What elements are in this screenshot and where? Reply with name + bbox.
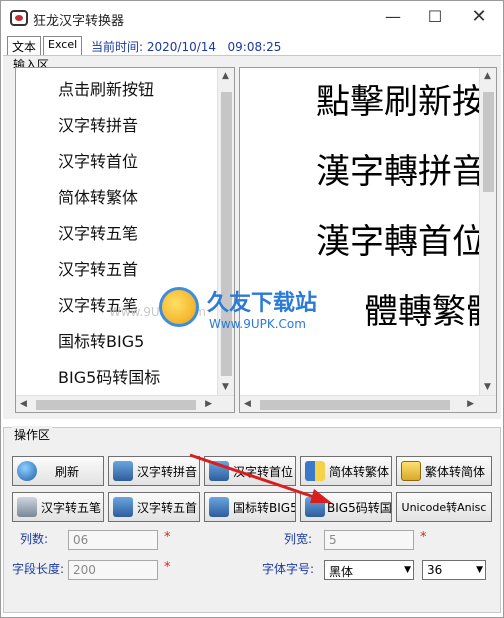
title-bar: 狂龙汉字转换器 — ☐ ✕ xyxy=(1,1,503,35)
field-length-field[interactable] xyxy=(68,560,158,580)
hanzi-to-wubi-button[interactable]: 汉字转五笔 xyxy=(12,492,104,522)
input-line: BIG5码转国标 xyxy=(58,368,161,387)
output-horizontal-scrollbar[interactable]: ◀ ▶ xyxy=(240,395,496,412)
scroll-thumb[interactable] xyxy=(483,92,494,192)
input-line: 汉字转五笔 xyxy=(58,224,139,243)
simplified-to-traditional-button[interactable]: 简体转繁体 xyxy=(300,456,392,486)
scroll-down-icon[interactable]: ▼ xyxy=(484,382,491,392)
scroll-right-icon[interactable]: ▶ xyxy=(205,399,212,409)
hanzi-to-initials-button[interactable]: 汉字转首位 xyxy=(204,456,296,486)
gb-to-big5-button[interactable]: 国标转BIG5 xyxy=(204,492,296,522)
size-select[interactable]: 36 ▼ xyxy=(422,560,486,580)
column-width-field[interactable] xyxy=(324,530,414,550)
window-title: 狂龙汉字转换器 xyxy=(33,14,125,29)
input-line: 汉字转拼音 xyxy=(58,116,139,135)
current-time: 当前时间: 2020/10/14 09:08:25 xyxy=(91,38,281,55)
refresh-button[interactable]: 刷新 xyxy=(12,456,104,486)
operations-section-label: 操作区 xyxy=(12,426,53,443)
hanzi-to-wubi-initials-button[interactable]: 汉字转五首 xyxy=(108,492,200,522)
chevron-down-icon: ▼ xyxy=(404,565,411,575)
time-clock: 09:08:25 xyxy=(227,40,282,54)
output-vertical-scrollbar[interactable]: ▲ ▼ xyxy=(479,68,496,395)
output-line: 點擊刷新按 xyxy=(316,82,486,122)
output-line: 漢字轉拼音 xyxy=(316,152,486,192)
close-icon[interactable]: ✕ xyxy=(469,7,489,27)
operations-section: 操作区 刷新 汉字转拼音 汉字转首位 简体转繁体 繁体转简体 汉字转五笔 汉字转… xyxy=(3,426,501,613)
tab-text[interactable]: 文本 xyxy=(7,36,42,55)
scroll-up-icon[interactable]: ▲ xyxy=(222,71,229,81)
input-line: 汉字转首位 xyxy=(58,152,139,171)
unicode-to-ansi-button[interactable]: Unicode转Anisc xyxy=(396,492,492,522)
input-line: 汉字转五笔 xyxy=(58,296,139,315)
app-logo-icon xyxy=(10,10,28,26)
computer-icon xyxy=(17,497,37,517)
input-textarea[interactable]: 点击刷新按钮 汉字转拼音 汉字转首位 简体转繁体 汉字转五笔 汉字转五首 汉字转… xyxy=(15,67,235,413)
scroll-up-icon[interactable]: ▲ xyxy=(484,71,491,81)
maximize-icon[interactable]: ☐ xyxy=(425,7,445,27)
big5-to-gb-button[interactable]: BIG5码转国标 xyxy=(300,492,392,522)
yellow-card-icon xyxy=(401,461,421,481)
field-length-label: 字段长度: xyxy=(12,562,65,576)
size-select-value: 36 xyxy=(427,563,443,577)
required-mark: * xyxy=(164,560,171,575)
scroll-thumb[interactable] xyxy=(260,400,450,410)
output-line: 體轉繁體 xyxy=(364,292,497,332)
traditional-to-simplified-button[interactable]: 繁体转简体 xyxy=(396,456,492,486)
scroll-left-icon[interactable]: ◀ xyxy=(20,399,27,409)
output-textarea[interactable]: 點擊刷新按 漢字轉拼音 漢字轉首位 體轉繁體 ▲ ▼ ◀ ▶ xyxy=(239,67,497,413)
time-date: 2020/10/14 xyxy=(146,40,217,54)
font-select[interactable]: 黑体 ▼ xyxy=(324,560,414,580)
required-mark: * xyxy=(420,530,427,545)
scroll-left-icon[interactable]: ◀ xyxy=(244,399,251,409)
tab-bar: 文本 Excel 当前时间: 2020/10/14 09:08:25 xyxy=(1,35,503,55)
scroll-thumb[interactable] xyxy=(221,92,232,376)
columns-label: 列数: xyxy=(20,532,49,546)
input-line: 简体转繁体 xyxy=(58,188,139,207)
input-line: 点击刷新按钮 xyxy=(58,80,155,99)
hanzi-to-pinyin-button[interactable]: 汉字转拼音 xyxy=(108,456,200,486)
pen-icon xyxy=(113,497,133,517)
blue-square-icon xyxy=(209,497,229,517)
required-mark: * xyxy=(164,530,171,545)
input-vertical-scrollbar[interactable]: ▲ ▼ xyxy=(217,68,234,395)
input-line: 国标转BIG5 xyxy=(58,332,145,351)
tab-excel[interactable]: Excel xyxy=(43,36,83,55)
scroll-down-icon[interactable]: ▼ xyxy=(222,382,229,392)
blue-square-icon xyxy=(305,497,325,517)
minimize-icon[interactable]: — xyxy=(383,7,403,27)
font-select-value: 黑体 xyxy=(329,565,354,579)
input-horizontal-scrollbar[interactable]: ◀ ▶ xyxy=(16,395,234,412)
time-label: 当前时间: xyxy=(91,40,144,54)
globe-icon xyxy=(17,461,37,481)
output-line: 漢字轉首位 xyxy=(316,222,486,262)
chevron-down-icon: ▼ xyxy=(476,565,483,575)
app-window: 狂龙汉字转换器 — ☐ ✕ 文本 Excel 当前时间: 2020/10/14 … xyxy=(0,0,504,618)
input-line: 汉字转五首 xyxy=(58,260,139,279)
column-width-label: 列宽: xyxy=(284,532,313,546)
blue-square-icon xyxy=(113,461,133,481)
blue-square-icon xyxy=(209,461,229,481)
scroll-right-icon[interactable]: ▶ xyxy=(467,399,474,409)
book-icon xyxy=(305,461,325,481)
scroll-thumb[interactable] xyxy=(36,400,196,410)
font-size-label: 字体字号: xyxy=(262,562,315,576)
columns-field[interactable] xyxy=(68,530,158,550)
